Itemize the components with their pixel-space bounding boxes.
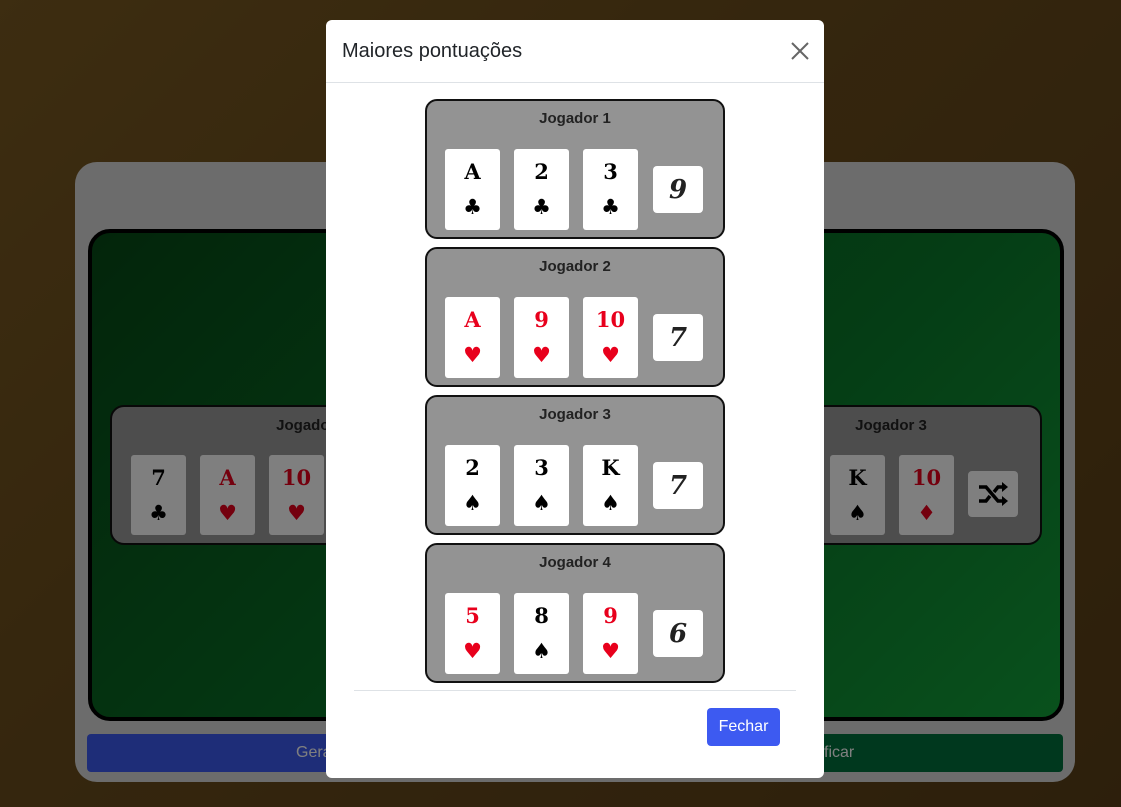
score-value: 7 — [653, 462, 703, 509]
card-suit: ♥ — [601, 638, 620, 663]
playing-card: 8 ♠ — [514, 593, 569, 674]
card-rank: 2 — [534, 159, 549, 184]
card-suit: ♥ — [601, 342, 620, 367]
playing-card: 9 ♥ — [514, 297, 569, 378]
score-value: 9 — [653, 166, 703, 213]
footer-divider — [354, 690, 796, 691]
close-icon — [791, 42, 809, 60]
close-modal-button[interactable]: Fechar — [707, 708, 780, 746]
score-value: 6 — [653, 610, 703, 657]
card-rank: 3 — [534, 455, 549, 480]
playing-card: 3 ♠ — [514, 445, 569, 526]
player-name: Jogador 3 — [539, 406, 611, 423]
score-card-jogador-3: Jogador 3 2 ♠ 3 ♠ K ♠ 7 — [425, 395, 725, 535]
card-suit: ♥ — [463, 342, 482, 367]
score-card-jogador-4: Jogador 4 5 ♥ 8 ♠ 9 ♥ 6 — [425, 543, 725, 683]
card-suit: ♠ — [463, 490, 482, 515]
score-card-jogador-1: Jogador 1 A ♣ 2 ♣ 3 ♣ 9 — [425, 99, 725, 239]
card-suit: ♠ — [532, 490, 551, 515]
score-value: 7 — [653, 314, 703, 361]
card-rank: 2 — [465, 455, 480, 480]
card-rank: 3 — [603, 159, 618, 184]
card-suit: ♣ — [463, 194, 482, 219]
card-suit: ♥ — [532, 342, 551, 367]
playing-card: 3 ♣ — [583, 149, 638, 230]
card-rank: 9 — [603, 603, 618, 628]
playing-card: K ♠ — [583, 445, 638, 526]
playing-card: A ♥ — [445, 297, 500, 378]
playing-card: 9 ♥ — [583, 593, 638, 674]
card-rank: 9 — [534, 307, 549, 332]
card-rank: 10 — [595, 307, 626, 332]
card-rank: 8 — [534, 603, 549, 628]
playing-card: 10 ♥ — [583, 297, 638, 378]
card-rank: 5 — [465, 603, 480, 628]
card-suit: ♥ — [463, 638, 482, 663]
high-scores-modal: Maiores pontuações Jogador 1 A ♣ 2 ♣ 3 ♣… — [326, 20, 824, 778]
playing-card: 5 ♥ — [445, 593, 500, 674]
playing-card: A ♣ — [445, 149, 500, 230]
score-card-jogador-2: Jogador 2 A ♥ 9 ♥ 10 ♥ 7 — [425, 247, 725, 387]
card-rank: A — [464, 159, 481, 184]
card-suit: ♠ — [532, 638, 551, 663]
card-rank: K — [601, 455, 620, 480]
playing-card: 2 ♠ — [445, 445, 500, 526]
card-suit: ♣ — [532, 194, 551, 219]
close-button[interactable] — [788, 39, 812, 63]
playing-card: 2 ♣ — [514, 149, 569, 230]
player-name: Jogador 2 — [539, 258, 611, 275]
card-rank: A — [464, 307, 481, 332]
player-name: Jogador 4 — [539, 554, 611, 571]
player-name: Jogador 1 — [539, 110, 611, 127]
card-suit: ♠ — [601, 490, 620, 515]
card-suit: ♣ — [601, 194, 620, 219]
modal-header: Maiores pontuações — [326, 20, 824, 83]
modal-title: Maiores pontuações — [342, 40, 523, 62]
